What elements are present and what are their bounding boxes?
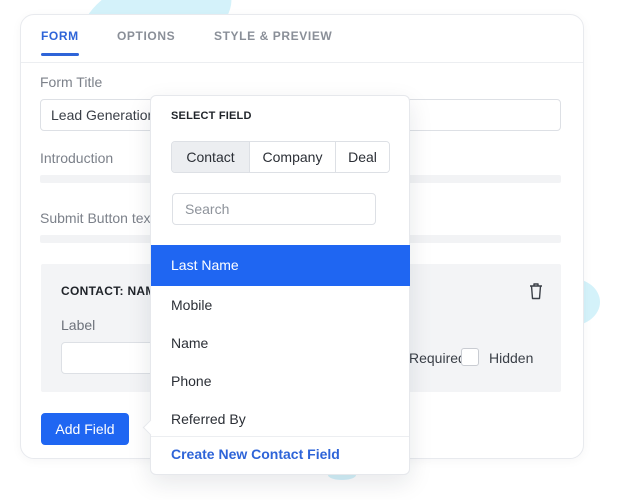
segment-company[interactable]: Company [249, 142, 335, 172]
create-new-contact-field-link[interactable]: Create New Contact Field [171, 446, 340, 462]
dropdown-title: SELECT FIELD [171, 110, 252, 122]
dropdown-footer: Create New Contact Field [151, 436, 409, 474]
list-item[interactable]: Mobile [151, 286, 410, 324]
search-input[interactable] [172, 193, 376, 225]
list-item[interactable]: Phone [151, 362, 410, 400]
tab-style-preview[interactable]: STYLE & PREVIEW [214, 29, 332, 43]
label-field-label: Label [61, 317, 96, 333]
list-item[interactable]: Referred By [151, 400, 410, 438]
field-box-title: CONTACT: NAME [61, 284, 164, 298]
hidden-label: Hidden [489, 350, 534, 366]
submit-button-text-label: Submit Button text [40, 210, 155, 226]
list-item[interactable]: Name [151, 324, 410, 362]
field-list: Last Name Mobile Name Phone Referred By [151, 245, 410, 438]
trash-icon[interactable] [529, 282, 543, 300]
list-item[interactable]: Last Name [151, 245, 410, 286]
tab-form[interactable]: FORM [41, 29, 79, 56]
hidden-checkbox[interactable] [461, 348, 479, 366]
tab-bar: FORM OPTIONS STYLE & PREVIEW [21, 15, 583, 63]
entity-segmented-control: Contact Company Deal [171, 141, 390, 173]
add-field-button[interactable]: Add Field [41, 413, 129, 445]
introduction-label: Introduction [40, 150, 114, 166]
segment-contact[interactable]: Contact [172, 142, 249, 172]
tab-options[interactable]: OPTIONS [117, 29, 175, 43]
select-field-dropdown: SELECT FIELD Contact Company Deal Last N… [150, 95, 410, 475]
required-label: Required [409, 350, 466, 366]
form-title-label: Form Title [40, 74, 103, 90]
segment-deal[interactable]: Deal [335, 142, 389, 172]
